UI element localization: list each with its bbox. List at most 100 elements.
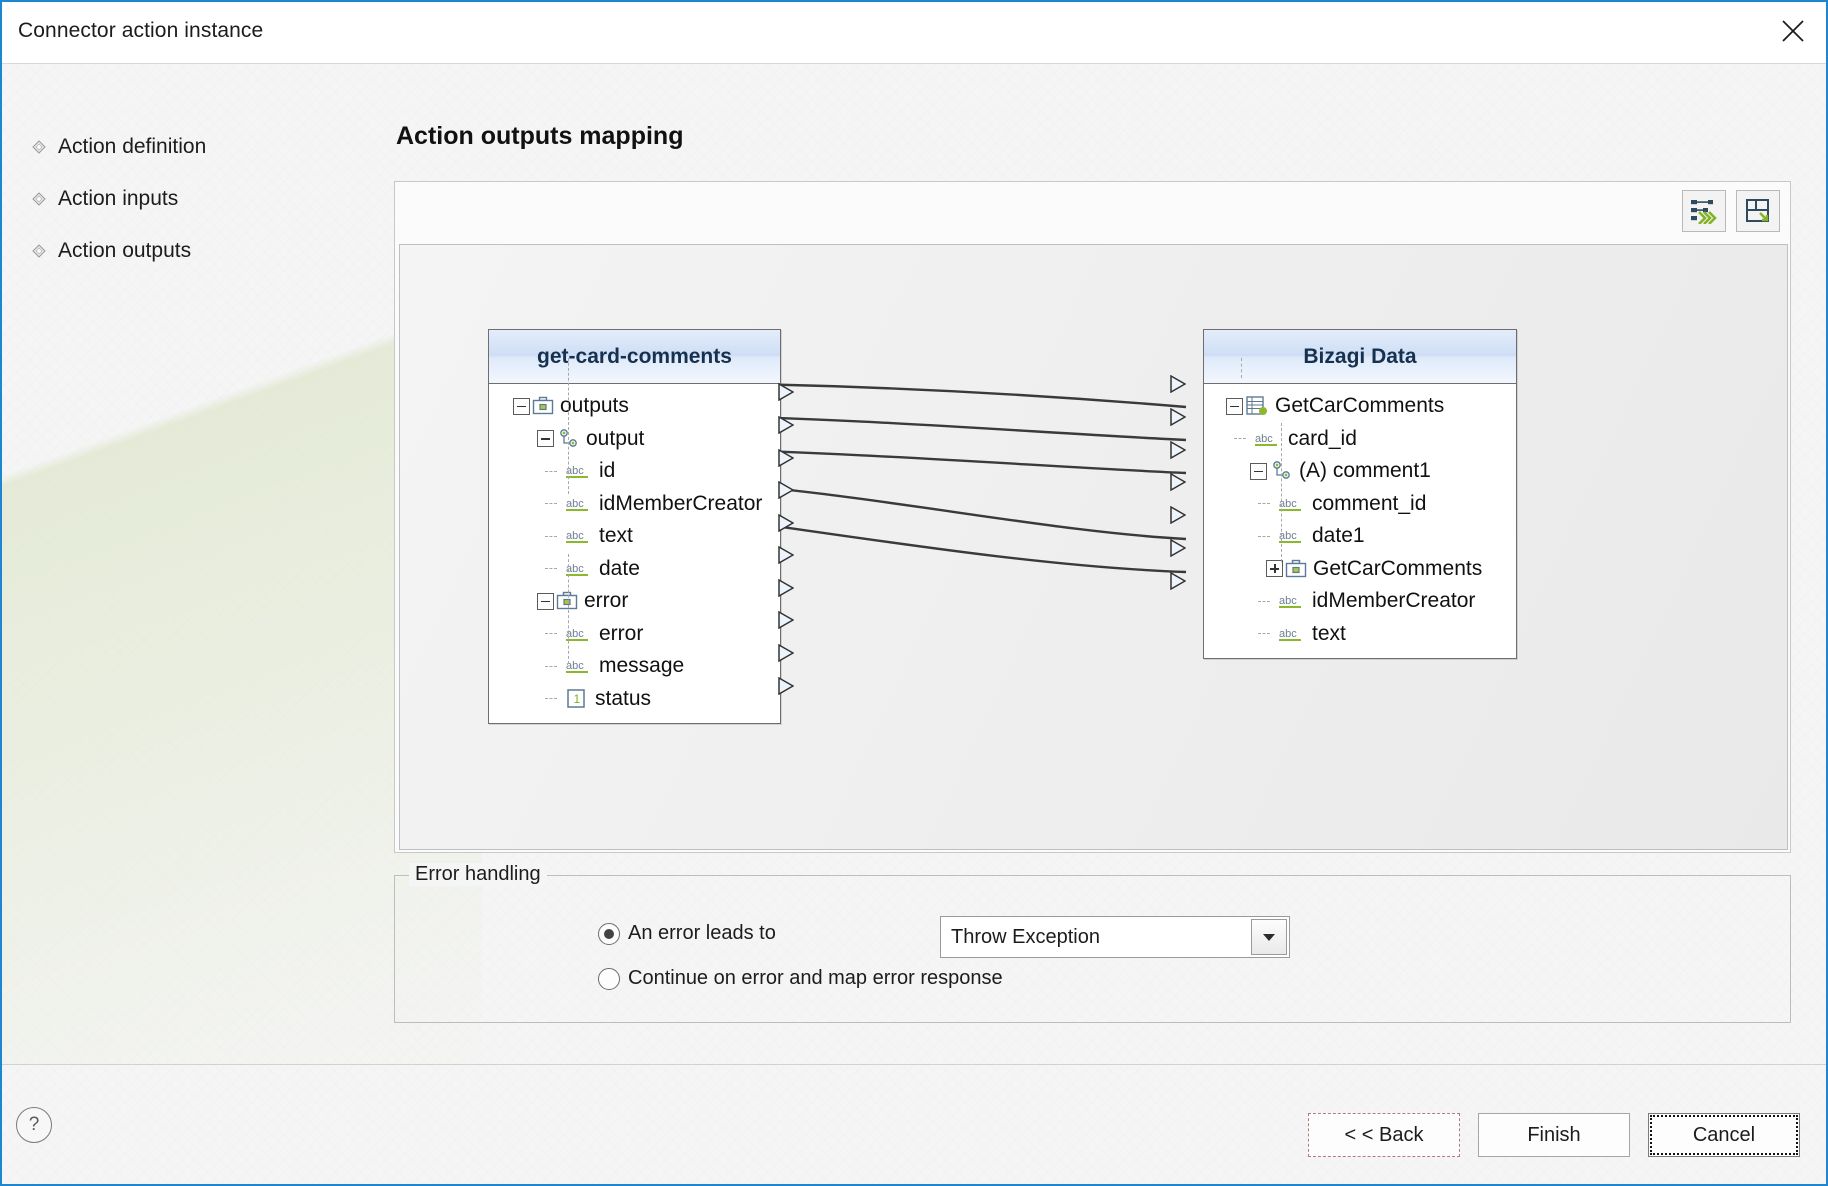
tree-row[interactable]: (A) comment1: [1204, 455, 1516, 488]
source-port[interactable]: [778, 611, 794, 629]
target-port[interactable]: [1170, 539, 1186, 557]
save-mapping-icon[interactable]: [1736, 190, 1780, 232]
target-port[interactable]: [1170, 441, 1186, 459]
tree-row-label: comment_id: [1312, 491, 1427, 515]
sidebar-item-action-definition[interactable]: Action definition: [32, 127, 332, 167]
tree-row[interactable]: output: [489, 423, 780, 456]
source-port[interactable]: [778, 383, 794, 401]
tree-row[interactable]: abc text: [1204, 618, 1516, 651]
briefcase-icon: [532, 396, 554, 416]
target-port[interactable]: [1170, 408, 1186, 426]
source-port[interactable]: [778, 481, 794, 499]
tree-guide-line: [1281, 423, 1282, 562]
chevron-down-icon[interactable]: [1251, 919, 1287, 955]
source-port[interactable]: [778, 644, 794, 662]
target-port[interactable]: [1170, 375, 1186, 393]
tree-row[interactable]: abc id: [489, 455, 780, 488]
abc-icon: abc: [565, 560, 593, 578]
mapping-canvas[interactable]: get-card-comments outputs output abc id …: [399, 244, 1788, 850]
finish-button[interactable]: Finish: [1478, 1113, 1630, 1157]
tree-row[interactable]: GetCarComments: [1204, 390, 1516, 423]
svg-text:abc: abc: [1279, 595, 1297, 607]
tree-elbow: [545, 625, 563, 642]
expander-minus-icon[interactable]: [537, 592, 554, 610]
back-button[interactable]: < < Back: [1308, 1113, 1460, 1157]
target-tree: GetCarComments abc card_id (A) comment1 …: [1204, 358, 1516, 658]
cancel-button[interactable]: Cancel: [1648, 1113, 1800, 1157]
tree-row-label: date: [599, 556, 640, 580]
tree-row-label: idMemberCreator: [599, 491, 763, 515]
tree-row-label: error: [584, 589, 629, 613]
briefcase-icon: [1285, 559, 1307, 579]
abc-icon: abc: [1278, 495, 1306, 513]
help-icon[interactable]: ?: [16, 1107, 52, 1143]
briefcase-icon: [556, 591, 578, 611]
tree-row[interactable]: error: [489, 585, 780, 618]
tree-row[interactable]: abc date: [489, 553, 780, 586]
source-port[interactable]: [778, 677, 794, 695]
expander-minus-icon[interactable]: [537, 430, 554, 448]
tree-row[interactable]: abc text: [489, 520, 780, 553]
help-glyph: ?: [28, 1114, 40, 1135]
expander-minus-icon[interactable]: [1250, 462, 1267, 480]
tree-row[interactable]: abc idMemberCreator: [489, 488, 780, 521]
error-action-select[interactable]: Throw Exception: [940, 916, 1290, 958]
radio-button-icon[interactable]: [598, 967, 620, 990]
expander-minus-icon[interactable]: [1226, 397, 1243, 415]
cancel-button-label: Cancel: [1692, 1123, 1756, 1146]
abc-icon: abc: [565, 625, 593, 643]
tree-row[interactable]: abc error: [489, 618, 780, 651]
tree-row[interactable]: abc message: [489, 650, 780, 683]
auto-map-icon[interactable]: [1682, 190, 1726, 232]
abc-icon: abc: [1254, 430, 1282, 448]
wizard-steps: Action definition Action inputs Action o…: [32, 127, 332, 283]
tree-elbow: [1258, 625, 1276, 642]
tree-row-label: message: [599, 654, 685, 678]
expander-plus-icon[interactable]: [1266, 560, 1283, 578]
table-entity-icon: [1245, 395, 1269, 417]
tree-guide-line: [568, 554, 569, 664]
sidebar-item-action-outputs[interactable]: Action outputs: [32, 231, 332, 271]
source-port[interactable]: [778, 579, 794, 597]
dialog-footer: ? < < Back Finish Cancel: [2, 1064, 1826, 1184]
tree-elbow: [1258, 495, 1276, 512]
radio-button-icon[interactable]: [598, 922, 620, 945]
expander-minus-icon[interactable]: [513, 397, 530, 415]
close-icon[interactable]: [1766, 6, 1820, 56]
tree-elbow: [1258, 593, 1276, 610]
source-port[interactable]: [778, 546, 794, 564]
source-port[interactable]: [778, 514, 794, 532]
mapping-toolbar: [1682, 190, 1780, 232]
diamond-bullet-icon: [32, 192, 46, 206]
tree-row[interactable]: abc card_id: [1204, 423, 1516, 456]
target-port[interactable]: [1170, 572, 1186, 590]
radio-an-error-leads-to[interactable]: An error leads to: [598, 922, 776, 945]
abc-icon: abc: [1278, 592, 1306, 610]
abc-icon: abc: [565, 657, 593, 675]
tree-row-label: text: [1312, 621, 1346, 645]
source-port[interactable]: [778, 416, 794, 434]
tree-row-label: outputs: [560, 394, 629, 418]
tree-row[interactable]: abc comment_id: [1204, 488, 1516, 521]
radio-continue-on-error[interactable]: Continue on error and map error response: [598, 967, 1003, 990]
tree-elbow: [545, 463, 563, 480]
tree-row[interactable]: abc date1: [1204, 520, 1516, 553]
tree-row-label: id: [599, 459, 616, 483]
tree-row[interactable]: abc idMemberCreator: [1204, 585, 1516, 618]
tree-elbow: [545, 560, 563, 577]
target-port[interactable]: [1170, 506, 1186, 524]
source-port[interactable]: [778, 449, 794, 467]
page-title: Action outputs mapping: [396, 122, 684, 150]
tree-row[interactable]: outputs: [489, 390, 780, 423]
tree-guide-line: [568, 358, 569, 494]
tree-row[interactable]: 1 status: [489, 683, 780, 716]
tree-row[interactable]: GetCarComments: [1204, 553, 1516, 586]
tree-row-label: output: [586, 426, 645, 450]
connector-action-instance-dialog: Connector action instance Action definit…: [0, 0, 1828, 1186]
tree-row-label: card_id: [1288, 426, 1357, 450]
sidebar-item-action-inputs[interactable]: Action inputs: [32, 179, 332, 219]
tree-row-label: text: [599, 524, 633, 548]
radio-label: An error leads to: [628, 922, 776, 944]
target-port[interactable]: [1170, 473, 1186, 491]
tree-elbow: [1234, 430, 1252, 447]
